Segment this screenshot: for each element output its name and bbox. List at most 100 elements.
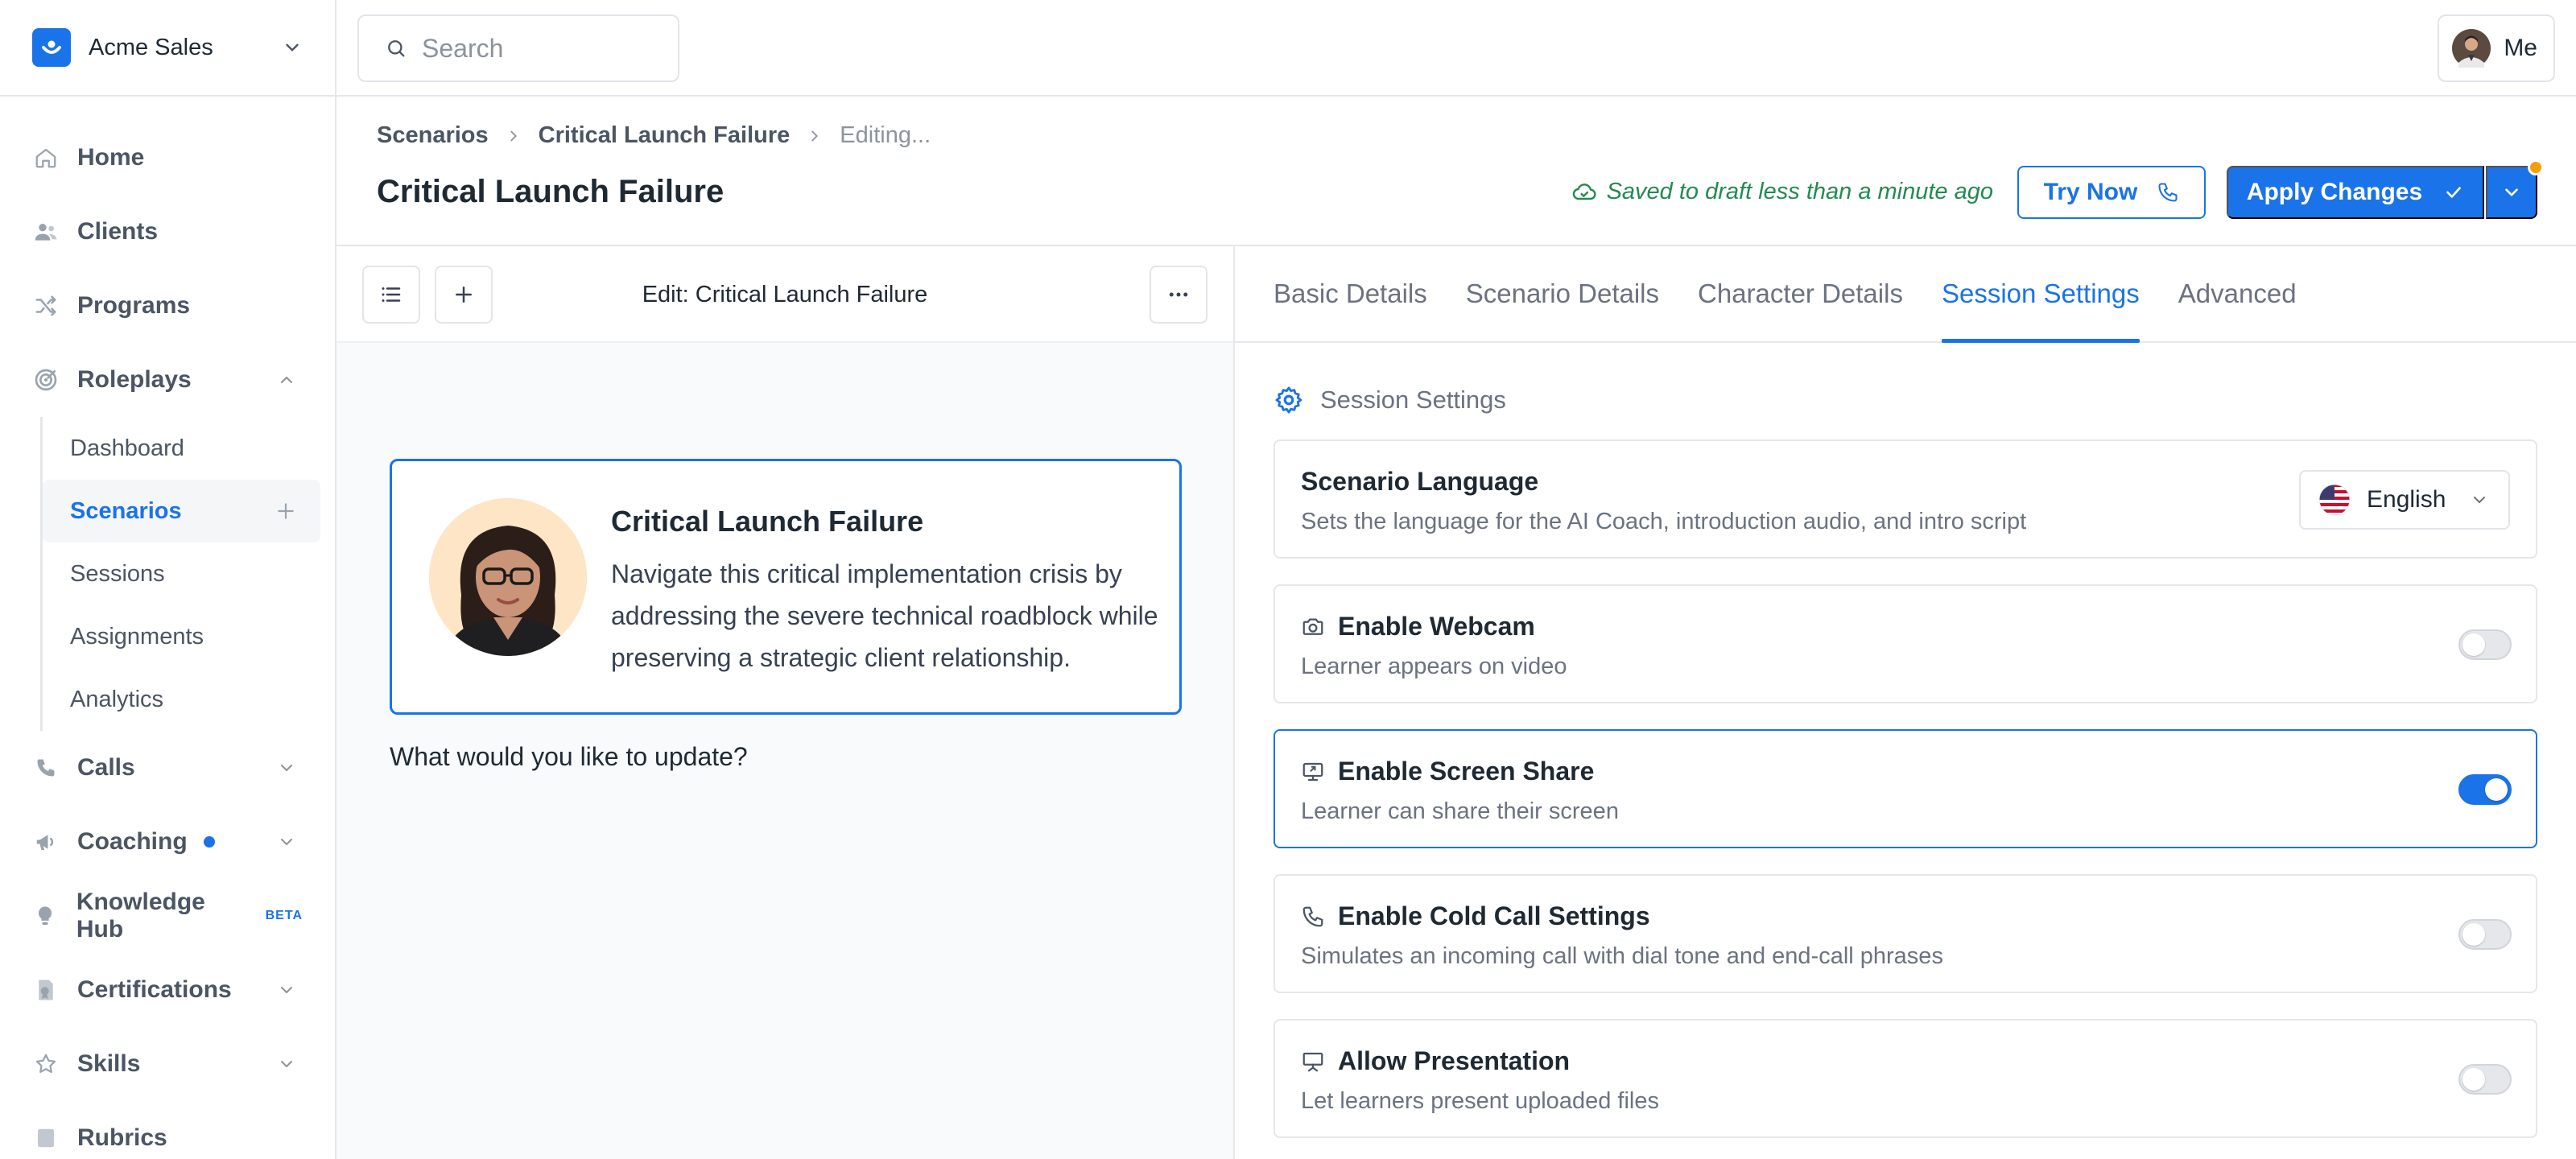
more-options-button[interactable]	[1150, 266, 1208, 324]
setting-title: Allow Presentation	[1338, 1046, 1571, 1075]
nav-item-home[interactable]: Home	[0, 121, 335, 195]
try-now-button[interactable]: Try Now	[2017, 166, 2206, 219]
roleplays-subnav: Dashboard Scenarios Sessions Assignments…	[40, 417, 335, 731]
setting-title: Enable Cold Call Settings	[1338, 901, 1650, 930]
character-avatar	[429, 498, 587, 656]
breadcrumb: Scenarios Critical Launch Failure Editin…	[377, 122, 931, 149]
nav-label: Coaching	[77, 828, 188, 855]
subnav-item-dashboard[interactable]: Dashboard	[43, 417, 320, 480]
cold-call-toggle[interactable]	[2458, 919, 2512, 950]
tab-character-details[interactable]: Character Details	[1698, 246, 1903, 341]
plus-icon[interactable]	[275, 501, 296, 522]
check-icon	[2443, 182, 2464, 203]
subnav-item-scenarios[interactable]: Scenarios	[43, 480, 320, 542]
language-value: English	[2367, 486, 2446, 513]
settings-tabs: Basic Details Scenario Details Character…	[1235, 246, 2576, 343]
nav-label: Rubrics	[77, 1124, 167, 1151]
nav-item-clients[interactable]: Clients	[0, 195, 335, 269]
nav-item-calls[interactable]: Calls	[0, 731, 335, 805]
nav-item-knowledge-hub[interactable]: Knowledge Hub BETA	[0, 879, 335, 953]
search-box[interactable]	[357, 14, 679, 82]
breadcrumb-current: Editing...	[840, 122, 931, 148]
org-switcher[interactable]: Acme Sales	[0, 0, 335, 97]
search-input[interactable]	[422, 33, 663, 64]
tab-scenario-details[interactable]: Scenario Details	[1466, 246, 1659, 341]
beta-badge: BETA	[265, 909, 303, 922]
chevron-up-icon[interactable]	[277, 370, 296, 390]
setting-title-wrap: Enable Screen Share	[1301, 757, 1594, 786]
breadcrumb-link-scenario[interactable]: Critical Launch Failure	[539, 122, 791, 149]
editor-title: Edit: Critical Launch Failure	[642, 282, 928, 307]
setting-row-webcam: Enable Webcam Learner appears on video	[1274, 584, 2537, 703]
setting-row-cold-call: Enable Cold Call Settings Simulates an i…	[1274, 874, 2537, 993]
subnav-item-sessions[interactable]: Sessions	[43, 542, 320, 605]
nav-item-certifications[interactable]: Certifications	[0, 953, 335, 1027]
more-horizontal-icon	[1166, 283, 1191, 307]
chevron-down-icon[interactable]	[277, 980, 296, 1000]
cloud-check-icon	[1571, 179, 1597, 205]
scenario-card[interactable]: Critical Launch Failure Navigate this cr…	[390, 459, 1182, 715]
page-title: Critical Launch Failure	[377, 174, 724, 209]
presentation-toggle[interactable]	[2458, 1064, 2512, 1095]
setting-title-wrap: Enable Cold Call Settings	[1301, 901, 1650, 931]
chevron-down-icon[interactable]	[277, 758, 296, 777]
phone-icon	[2157, 181, 2179, 204]
editor-toolbar: Edit: Critical Launch Failure	[336, 246, 1233, 343]
card-description: Navigate this critical implementation cr…	[611, 559, 1158, 672]
camera-icon	[1301, 615, 1325, 639]
users-icon	[32, 218, 60, 245]
screen-share-toggle[interactable]	[2458, 774, 2512, 805]
setting-row-presentation: Allow Presentation Let learners present …	[1274, 1019, 2537, 1138]
setting-description: Learner can share their screen	[1301, 798, 1619, 824]
user-menu-button[interactable]: Me	[2438, 14, 2555, 82]
subnav-item-analytics[interactable]: Analytics	[43, 668, 320, 731]
tab-advanced[interactable]: Advanced	[2178, 246, 2297, 341]
nav-item-programs[interactable]: Programs	[0, 269, 335, 343]
chevron-right-icon	[505, 127, 522, 145]
nav-label: Knowledge Hub	[76, 889, 205, 942]
nav-item-skills[interactable]: Skills	[0, 1027, 335, 1101]
setting-description: Let learners present uploaded files	[1301, 1088, 1659, 1114]
update-prompt: What would you like to update?	[390, 742, 748, 771]
rubric-icon	[32, 1124, 60, 1152]
us-flag-icon	[2318, 484, 2351, 516]
setting-title: Enable Webcam	[1338, 612, 1535, 641]
notification-dot	[203, 836, 215, 848]
section-header: Session Settings	[1274, 385, 1506, 415]
topbar: Me	[336, 0, 2576, 97]
notification-dot	[2528, 159, 2544, 175]
nav-item-roleplays[interactable]: Roleplays	[0, 343, 335, 417]
subnav-item-assignments[interactable]: Assignments	[43, 605, 320, 668]
setting-row-screen-share: Enable Screen Share Learner can share th…	[1274, 729, 2537, 848]
try-now-label: Try Now	[2043, 179, 2138, 205]
apply-changes-button[interactable]: Apply Changes	[2227, 166, 2484, 219]
user-avatar	[2452, 29, 2491, 68]
save-status: Saved to draft less than a minute ago	[1571, 179, 1993, 205]
nav-label: Calls	[77, 754, 135, 781]
nav-item-rubrics[interactable]: Rubrics	[0, 1101, 335, 1159]
chevron-down-icon[interactable]	[277, 832, 296, 852]
nav-item-coaching[interactable]: Coaching	[0, 805, 335, 879]
chevron-down-icon[interactable]	[277, 1054, 296, 1074]
chevron-down-icon	[2470, 490, 2489, 509]
save-status-text: Saved to draft less than a minute ago	[1606, 179, 1993, 204]
screen-share-icon	[1301, 760, 1325, 784]
tab-basic-details[interactable]: Basic Details	[1274, 246, 1427, 341]
webcam-toggle[interactable]	[2458, 629, 2512, 660]
apply-options-dropdown[interactable]	[2486, 166, 2537, 219]
sidebar: Acme Sales Home Clients Programs Rolepla…	[0, 0, 336, 1159]
org-name: Acme Sales	[89, 34, 213, 60]
settings-pane: Basic Details Scenario Details Character…	[1235, 246, 2576, 1159]
subnav-label: Scenarios	[70, 497, 182, 524]
star-icon	[32, 1050, 60, 1078]
setting-title: Scenario Language	[1301, 467, 1539, 496]
apply-changes-label: Apply Changes	[2246, 179, 2423, 205]
breadcrumb-link-scenarios[interactable]: Scenarios	[377, 122, 489, 149]
setting-description: Sets the language for the AI Coach, intr…	[1301, 509, 2027, 534]
tab-session-settings[interactable]: Session Settings	[1941, 246, 2140, 343]
chevron-down-icon[interactable]	[282, 37, 303, 58]
home-icon	[32, 144, 60, 171]
editor-pane: Edit: Critical Launch Failure Critical L…	[336, 246, 1235, 1159]
card-title: Critical Launch Failure	[611, 505, 924, 538]
language-select[interactable]: English	[2299, 470, 2510, 530]
